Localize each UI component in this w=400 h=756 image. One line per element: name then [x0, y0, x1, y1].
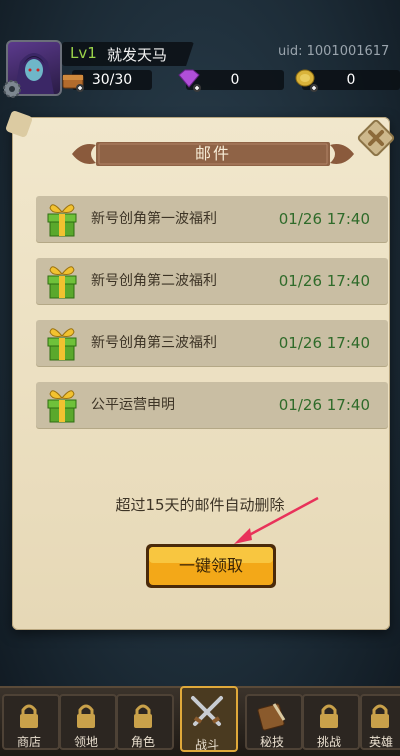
mail-item[interactable]: 新号创角第一波福利 01/26 17:40	[36, 196, 388, 242]
gift-box-icon	[47, 266, 77, 299]
mail-item[interactable]: 新号创角第二波福利 01/26 17:40	[36, 258, 388, 304]
mail-subject: 公平运营申明	[91, 397, 175, 413]
tab-shop[interactable]: 商店	[0, 694, 60, 752]
lock-icon	[371, 704, 389, 728]
tab-challenge[interactable]: 挑战	[300, 694, 360, 752]
gift-box-icon	[47, 204, 77, 237]
coin-icon[interactable]	[292, 67, 320, 93]
mail-date: 01/26 17:40	[278, 272, 370, 290]
lock-icon	[320, 704, 338, 728]
tab-label: 商店	[16, 735, 41, 749]
lock-icon	[77, 704, 95, 728]
mail-item[interactable]: 公平运营申明 01/26 17:40	[36, 382, 388, 428]
mail-subject: 新号创角第三波福利	[91, 335, 217, 351]
tab-secret-skills[interactable]: 秘技	[243, 694, 303, 752]
claim-all-label: 一键领取	[178, 556, 243, 575]
crossed-swords-icon	[191, 696, 223, 726]
lock-icon	[20, 704, 38, 728]
gem-icon[interactable]	[175, 67, 203, 93]
stamina-chest-icon[interactable]	[60, 67, 86, 93]
gear-icon[interactable]	[1, 78, 23, 100]
mail-date: 01/26 17:40	[278, 334, 370, 352]
mail-item[interactable]: 新号创角第三波福利 01/26 17:40	[36, 320, 388, 366]
tab-label: 领地	[73, 735, 98, 749]
spellbook-icon	[257, 703, 286, 731]
tab-heroes[interactable]: 英雄	[358, 694, 400, 752]
tab-character[interactable]: 角色	[114, 694, 174, 752]
player-name: 就发天马	[107, 46, 168, 64]
mail-subject: 新号创角第二波福利	[91, 273, 217, 289]
mail-subject: 新号创角第一波福利	[91, 211, 217, 227]
mail-date: 01/26 17:40	[278, 210, 370, 228]
auto-delete-note: 超过15天的邮件自动删除	[115, 496, 285, 514]
player-uid: uid: 1001001617	[278, 44, 390, 59]
tab-label: 战斗	[194, 738, 219, 752]
dialog-title: 邮件	[194, 144, 231, 163]
pointer-arrow-icon	[234, 496, 319, 544]
mail-date: 01/26 17:40	[278, 396, 370, 414]
tab-label: 英雄	[368, 735, 393, 749]
tab-territory[interactable]: 领地	[57, 694, 117, 752]
lock-icon	[134, 704, 152, 728]
gift-box-icon	[47, 390, 77, 423]
gift-box-icon	[47, 328, 77, 361]
tab-label: 秘技	[259, 735, 284, 749]
tab-label: 角色	[130, 735, 155, 749]
claim-all-button[interactable]: 一键领取	[145, 543, 277, 589]
tab-battle[interactable]: 战斗	[178, 686, 238, 754]
tab-label: 挑战	[316, 735, 341, 749]
player-level: Lv1	[70, 44, 97, 62]
close-icon[interactable]	[357, 119, 395, 157]
